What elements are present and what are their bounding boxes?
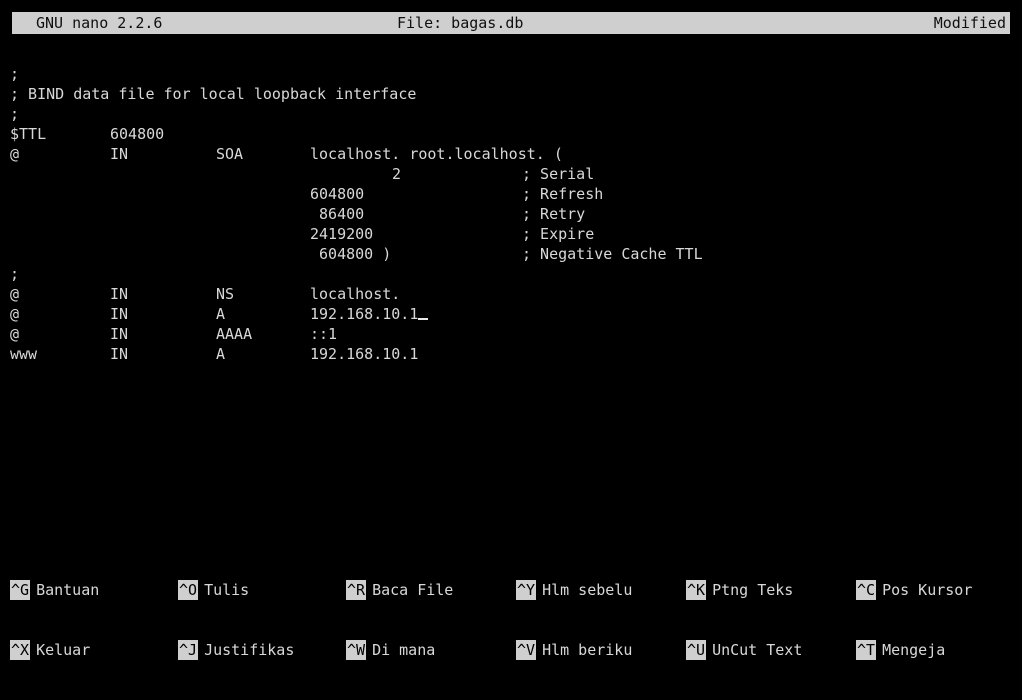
editor-line[interactable]: @ IN SOA localhost. root.localhost. ( [10,144,1010,164]
shortcut-key: ^J [178,640,199,660]
shortcut-label: Keluar [36,641,91,659]
shortcut-label: Ptng Teks [712,581,794,599]
shortcut-item[interactable]: ^W Di mana [346,640,435,660]
line-text-c2: IN [110,285,129,303]
line-text-c3: SOA [216,145,244,163]
line-text-c1: ; BIND data file for local loopback inte… [10,85,417,103]
line-text-c3: A [216,305,226,323]
shortcut-label: Pos Kursor [882,581,973,599]
line-text-c1: @ [10,325,20,343]
line-text-c2: 604800 [110,125,165,143]
file-name: File: bagas.db [397,14,524,32]
app-version: GNU nano 2.2.6 [36,14,163,32]
shortcut-label: Bantuan [36,581,100,599]
shortcut-key: ^V [516,640,537,660]
shortcut-key: ^Y [516,580,537,600]
shortcut-key: ^X [10,640,31,660]
line-text-c4: 2419200 [310,225,374,243]
shortcut-label: UnCut Text [712,641,803,659]
shortcut-item[interactable]: ^T Mengeja [856,640,945,660]
line-text-c4: 192.168.10.1 [310,345,419,363]
shortcut-item[interactable]: ^Y Hlm sebelu [516,580,632,600]
shortcut-key: ^W [346,640,367,660]
shortcut-item[interactable]: ^C Pos Kursor [856,580,972,600]
editor-line[interactable]: ; [10,104,1010,124]
line-text-c1: @ [10,285,20,303]
line-text-c2: IN [110,345,129,363]
shortcut-key: ^K [686,580,707,600]
editor-line[interactable]: ; BIND data file for local loopback inte… [10,84,1010,104]
shortcut-label: Di mana [372,641,436,659]
shortcut-item[interactable]: ^G Bantuan [10,580,99,600]
line-text-c1: @ [10,305,20,323]
shortcut-key: ^R [346,580,367,600]
line-text-c3: NS [216,285,235,303]
shortcut-item[interactable]: ^U UnCut Text [686,640,802,660]
line-text-c5: ; Expire [522,225,595,243]
shortcut-label: Justifikas [204,641,295,659]
editor-line[interactable]: 86400 ; Retry [10,204,1010,224]
shortcut-item[interactable]: ^V Hlm beriku [516,640,632,660]
line-text-c4: 192.168.10.1 [310,304,429,324]
terminal-screen: GNU nano 2.2.6 File: bagas.db Modified ;… [0,0,1022,660]
shortcut-label: Hlm beriku [542,641,633,659]
line-text-c4: 86400 [310,205,365,223]
shortcut-label: Tulis [204,581,250,599]
shortcut-item[interactable]: ^J Justifikas [178,640,294,660]
editor-line[interactable]: 604800 ; Refresh [10,184,1010,204]
line-text-c2: IN [110,325,129,343]
editor-line[interactable]: 2 ; Serial [10,164,1010,184]
shortcut-item[interactable]: ^R Baca File [346,580,453,600]
line-text-c1: @ [10,145,20,163]
shortcut-key: ^T [856,640,877,660]
line-text-c1: ; [10,265,20,283]
shortcut-key: ^C [856,580,877,600]
editor-line[interactable]: 2419200 ; Expire [10,224,1010,244]
shortcut-key: ^O [178,580,199,600]
line-text-c5: ; Serial [522,165,595,183]
modified-status: Modified [933,14,1006,32]
line-text-c4: localhost. [310,285,401,303]
shortcut-label: Mengeja [882,641,946,659]
editor-line[interactable]: ; [10,64,1010,84]
line-text-c4: 604800 [310,185,365,203]
shortcut-bar: ^G Bantuan ^O Tulis ^R Baca File ^Y Hlm sebelu ^… [10,540,1010,660]
editor-line[interactable]: @ IN A 192.168.10.1 [10,304,1010,324]
shortcut-row-1: ^G Bantuan ^O Tulis ^R Baca File ^Y Hlm sebelu ^… [10,580,1010,600]
line-text-c1: ; [10,105,20,123]
shortcut-label: Hlm sebelu [542,581,633,599]
shortcut-item[interactable]: ^X Keluar [10,640,90,660]
shortcut-label: Baca File [372,581,454,599]
shortcut-key: ^U [686,640,707,660]
line-text-c5: ; Refresh [522,185,604,203]
editor-line[interactable]: 604800 ) ; Negative Cache TTL [10,244,1010,264]
shortcut-item[interactable]: ^O Tulis [178,580,249,600]
nano-titlebar: GNU nano 2.2.6 File: bagas.db Modified [12,12,1010,34]
line-text-c4: 604800 ) [310,245,392,263]
editor-line[interactable]: $TTL 604800 [10,124,1010,144]
line-text-c1: ; [10,65,20,83]
line-text-c3: AAAA [216,325,253,343]
shortcut-row-2: ^X Keluar ^J Justifikas ^W Di mana ^V Hlm berik… [10,640,1010,660]
editor-line[interactable]: @ IN NS localhost. [10,284,1010,304]
text-editor-area[interactable]: ; ; BIND data file for local loopback int… [10,64,1010,464]
line-text-c1: $TTL [10,125,47,143]
editor-line[interactable]: ; [10,264,1010,284]
line-text-c2: IN [110,145,129,163]
line-text-c3: A [216,345,226,363]
line-text-c5: ; Negative Cache TTL [522,245,703,263]
line-text-c4b: 2 [392,165,402,183]
editor-line[interactable]: @ IN AAAA::1 [10,324,1010,344]
line-text-c4: localhost. root.localhost. ( [310,145,563,163]
line-text-c4: ::1 [310,325,338,343]
line-text-c1: www [10,345,38,363]
editor-line[interactable]: www IN A 192.168.10.1 [10,344,1010,364]
line-text-c5: ; Retry [522,205,586,223]
shortcut-item[interactable]: ^K Ptng Teks [686,580,793,600]
line-text-c2: IN [110,305,129,323]
shortcut-key: ^G [10,580,31,600]
text-cursor [418,318,429,320]
